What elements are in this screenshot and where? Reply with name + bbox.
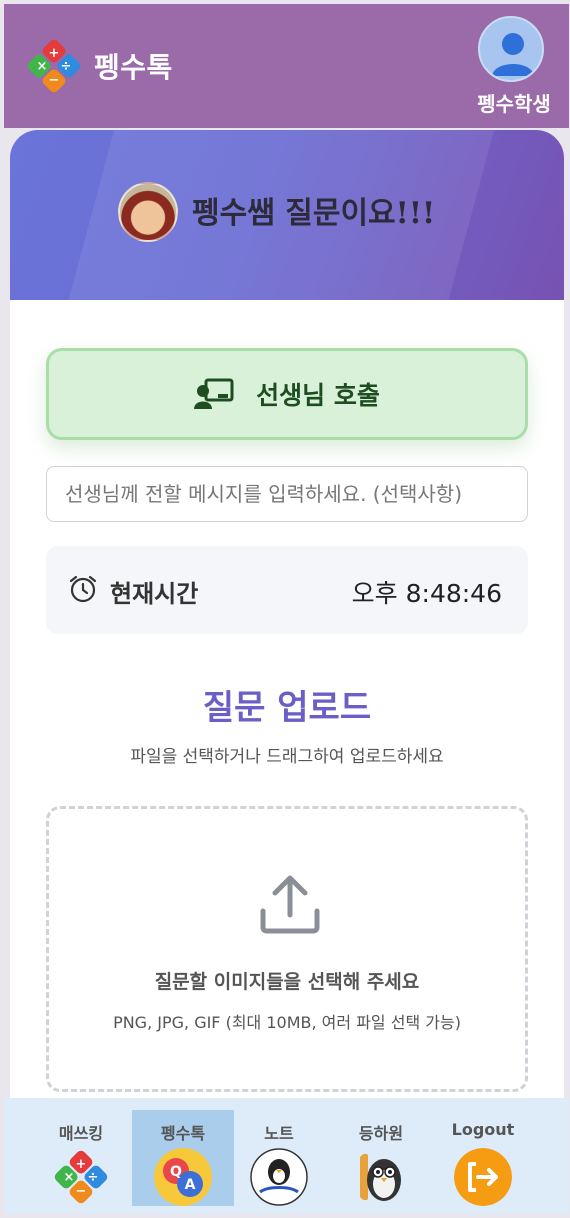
current-time-value: 오후 8:48:46 bbox=[351, 579, 502, 608]
nav-label-attendance: 등하원 bbox=[358, 1124, 404, 1143]
svg-text:+: + bbox=[76, 1157, 87, 1172]
svg-text:×: × bbox=[37, 59, 48, 74]
nav-item-attendance[interactable]: 등하원 bbox=[330, 1110, 432, 1206]
user-avatar-icon[interactable] bbox=[478, 16, 544, 82]
alarm-clock-icon bbox=[69, 575, 97, 603]
nav-label-note: 노트 bbox=[264, 1124, 294, 1143]
question-card: 펭수쌤 질문이요!!! 선생님 호출 현재시간 오후 8:48:46 질문 업로… bbox=[10, 130, 564, 1100]
owl-teacher-icon bbox=[360, 1154, 401, 1201]
teacher-board-icon bbox=[194, 378, 234, 409]
nav-label-mathking: 매쓰킹 bbox=[58, 1124, 104, 1143]
nav-item-mathking[interactable]: 매쓰킹 + × ÷ − bbox=[30, 1110, 132, 1206]
teacher-message-input[interactable] bbox=[46, 466, 528, 522]
dropzone-file-hint: PNG, JPG, GIF (최대 10MB, 여러 파일 선택 가능) bbox=[113, 1013, 461, 1032]
teacher-profile-photo bbox=[118, 182, 178, 242]
penguin-note-icon bbox=[250, 1148, 308, 1206]
hero-banner: 펭수쌤 질문이요!!! bbox=[10, 130, 564, 300]
qa-bubble-icon: Q A bbox=[154, 1148, 212, 1206]
svg-text:+: + bbox=[49, 46, 60, 61]
app-header: + × ÷ − 펭수톡 펭수학생 bbox=[4, 4, 569, 128]
nav-item-note[interactable]: 노트 bbox=[228, 1110, 330, 1206]
hero-title: 펭수쌤 질문이요!!! bbox=[192, 196, 436, 231]
nav-label-pengsutalk: 펭수톡 bbox=[160, 1124, 206, 1143]
nav-item-logout[interactable]: Logout bbox=[432, 1110, 534, 1206]
math-operators-icon: +× ÷− bbox=[54, 1150, 108, 1204]
bottom-navigation: 매쓰킹 + × ÷ − 펭수톡 Q A 노트 등하원 Logout bbox=[4, 1098, 569, 1214]
svg-text:−: − bbox=[76, 1184, 87, 1199]
upload-icon bbox=[260, 875, 320, 934]
svg-text:÷: ÷ bbox=[88, 1170, 99, 1185]
logout-icon bbox=[454, 1148, 512, 1206]
math-operators-logo-icon[interactable]: + × ÷ − bbox=[26, 38, 82, 94]
upload-section-title: 질문 업로드 bbox=[202, 688, 372, 728]
nav-item-pengsutalk[interactable]: 펭수톡 Q A bbox=[132, 1110, 234, 1206]
current-time-panel: 현재시간 오후 8:48:46 bbox=[46, 546, 528, 634]
svg-text:÷: ÷ bbox=[61, 59, 72, 74]
current-time-label: 현재시간 bbox=[110, 580, 199, 608]
svg-text:−: − bbox=[49, 73, 60, 88]
nav-label-logout: Logout bbox=[451, 1120, 515, 1139]
upload-section-subtitle: 파일을 선택하거나 드래그하여 업로드하세요 bbox=[130, 747, 444, 767]
svg-text:×: × bbox=[64, 1170, 75, 1185]
svg-text:Q: Q bbox=[170, 1164, 182, 1180]
dropzone-title: 질문할 이미지들을 선택해 주세요 bbox=[154, 971, 420, 993]
app-brand-title: 펭수톡 bbox=[94, 51, 173, 84]
user-name[interactable]: 펭수학생 bbox=[464, 88, 564, 117]
svg-text:A: A bbox=[185, 1177, 196, 1193]
call-teacher-button[interactable]: 선생님 호출 bbox=[46, 348, 528, 440]
call-teacher-label: 선생님 호출 bbox=[256, 381, 380, 410]
image-upload-dropzone[interactable]: 질문할 이미지들을 선택해 주세요 PNG, JPG, GIF (최대 10MB… bbox=[46, 806, 528, 1092]
